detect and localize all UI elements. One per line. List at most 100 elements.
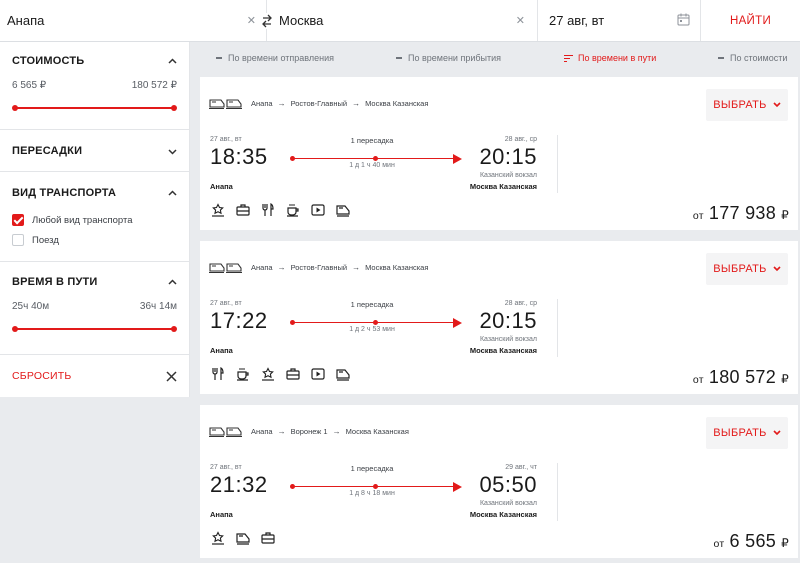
route-stop: Ростов-Главный <box>290 99 348 108</box>
calendar-icon <box>677 13 690 26</box>
arrival-date: 28 авг., ср <box>504 136 537 143</box>
route-stop: Анапа <box>251 427 273 436</box>
train-icon <box>336 367 350 381</box>
travel-time-slider-max-handle[interactable] <box>171 326 177 332</box>
checkbox-label: Поезд <box>32 234 59 246</box>
briefcase-icon <box>236 203 250 217</box>
reset-row[interactable]: СБРОСИТЬ <box>0 355 189 397</box>
cost-slider-max-handle[interactable] <box>171 105 177 111</box>
cost-filter: СТОИМОСТЬ 6 565 ₽ 180 572 ₽ <box>0 42 189 130</box>
medal-icon <box>211 203 225 217</box>
close-icon[interactable] <box>166 370 177 382</box>
result-card: Анапа → Ростов-Главный → Москва Казанская … <box>200 77 798 230</box>
sort-lines-icon <box>564 54 573 62</box>
find-button[interactable]: НАЙТИ <box>701 0 800 41</box>
travel-time-filter-title: ВРЕМЯ В ПУТИ <box>12 276 98 288</box>
train-icon <box>209 427 242 437</box>
sort-bar: По времени отправления По времени прибыт… <box>200 42 800 72</box>
route-stop: Москва Казанская <box>365 263 429 272</box>
clear-to-icon[interactable]: ✕ <box>516 14 525 27</box>
travel-time-filter-header[interactable]: ВРЕМЯ В ПУТИ <box>12 273 177 291</box>
reset-button[interactable]: СБРОСИТЬ <box>12 370 71 382</box>
chevron-down-icon <box>773 430 781 436</box>
choose-label: ВЫБРАТЬ <box>713 427 767 439</box>
route-line: Анапа → Ростов-Главный → Москва Казанская <box>209 98 428 109</box>
travel-time-slider[interactable] <box>12 326 177 332</box>
transport-filter-header[interactable]: ВИД ТРАНСПОРТА <box>12 184 177 202</box>
departure-time: 17:22 <box>210 308 268 333</box>
choose-button[interactable]: ВЫБРАТЬ <box>706 253 788 285</box>
chevron-up-icon <box>168 57 177 64</box>
to-value: Москва <box>279 13 324 28</box>
cost-slider[interactable] <box>12 105 177 111</box>
price: от 180 572 ₽ <box>693 367 789 388</box>
video-icon <box>311 203 325 217</box>
cost-min: 6 565 ₽ <box>12 80 47 91</box>
from-value: Анапа <box>7 13 45 28</box>
departure-time: 18:35 <box>210 144 268 169</box>
cost-filter-header[interactable]: СТОИМОСТЬ <box>12 52 177 70</box>
cost-slider-min-handle[interactable] <box>12 105 18 111</box>
arrival-date: 28 авг., ср <box>504 300 537 307</box>
arrival-time: 20:15 <box>479 144 537 169</box>
sort-by-price[interactable]: По стоимости <box>718 53 787 63</box>
route-line: Анапа → Ростов-Главный → Москва Казанская <box>209 262 428 273</box>
currency: ₽ <box>781 372 789 386</box>
route-stop: Анапа <box>251 263 273 272</box>
search-bar: Анапа ✕ Москва ✕ 27 авг, вт НАЙТИ <box>0 0 800 42</box>
price: от 6 565 ₽ <box>713 531 789 552</box>
price-value: 177 938 <box>708 203 777 223</box>
arrival-city: Москва Казанская <box>469 346 537 355</box>
travel-time-min: 25ч 40м <box>12 301 50 312</box>
from-field[interactable]: Анапа ✕ <box>0 0 267 41</box>
price: от 177 938 ₽ <box>693 203 789 224</box>
transfers-filter-title: ПЕРЕСАДКИ <box>12 145 83 157</box>
transfers-count: 1 пересадка <box>350 136 394 145</box>
chevron-up-icon <box>168 278 177 285</box>
route-stop: Анапа <box>251 99 273 108</box>
departure-date: 27 авг., вт <box>210 464 242 471</box>
sort-by-duration[interactable]: По времени в пути <box>564 53 656 63</box>
checkbox-label: Любой вид транспорта <box>32 214 133 226</box>
departure-date: 27 авг., вт <box>210 300 242 307</box>
train-checkbox[interactable]: Поезд <box>12 234 177 246</box>
departure-city: Анапа <box>210 346 233 355</box>
transfers-filter-header[interactable]: ПЕРЕСАДКИ <box>12 142 177 160</box>
checkbox-checked[interactable] <box>12 214 24 226</box>
to-field[interactable]: Москва ✕ <box>267 0 538 41</box>
arrival-station: Казанский вокзал <box>479 336 537 343</box>
transport-filter-title: ВИД ТРАНСПОРТА <box>12 187 117 199</box>
choose-label: ВЫБРАТЬ <box>713 263 767 275</box>
trip-duration: 1 д 2 ч 53 мин <box>349 326 395 333</box>
transfers-count: 1 пересадка <box>350 300 394 309</box>
train-icon <box>336 203 350 217</box>
sort-label: По времени отправления <box>228 53 334 63</box>
train-icon <box>209 263 242 273</box>
travel-time-max: 36ч 14м <box>139 301 177 312</box>
sort-label: По стоимости <box>730 53 788 63</box>
price-value: 180 572 <box>708 367 777 387</box>
choose-button[interactable]: ВЫБРАТЬ <box>706 417 788 449</box>
checkbox-unchecked[interactable] <box>12 234 24 246</box>
fork-knife-icon <box>211 367 225 381</box>
trip-duration: 1 д 8 ч 18 мин <box>349 490 395 497</box>
train-icon <box>209 99 242 109</box>
coffee-icon <box>236 367 250 381</box>
price-value: 6 565 <box>729 531 777 551</box>
travel-time-slider-min-handle[interactable] <box>12 326 18 332</box>
price-from-label: от <box>692 210 704 222</box>
choose-label: ВЫБРАТЬ <box>713 99 767 111</box>
video-icon <box>311 367 325 381</box>
coffee-icon <box>286 203 300 217</box>
date-field[interactable]: 27 авг, вт <box>538 0 701 41</box>
sort-by-arrival[interactable]: По времени прибытия <box>396 53 501 63</box>
departure-date: 27 авг., вт <box>210 136 242 143</box>
sort-label: По времени в пути <box>578 53 657 63</box>
any-transport-checkbox[interactable]: Любой вид транспорта <box>12 214 177 226</box>
route-stop: Воронеж 1 <box>290 427 328 436</box>
choose-button[interactable]: ВЫБРАТЬ <box>706 89 788 121</box>
currency: ₽ <box>781 208 789 222</box>
clear-from-icon[interactable]: ✕ <box>247 14 256 27</box>
sort-by-departure[interactable]: По времени отправления <box>216 53 334 63</box>
chevron-up-icon <box>168 189 177 196</box>
